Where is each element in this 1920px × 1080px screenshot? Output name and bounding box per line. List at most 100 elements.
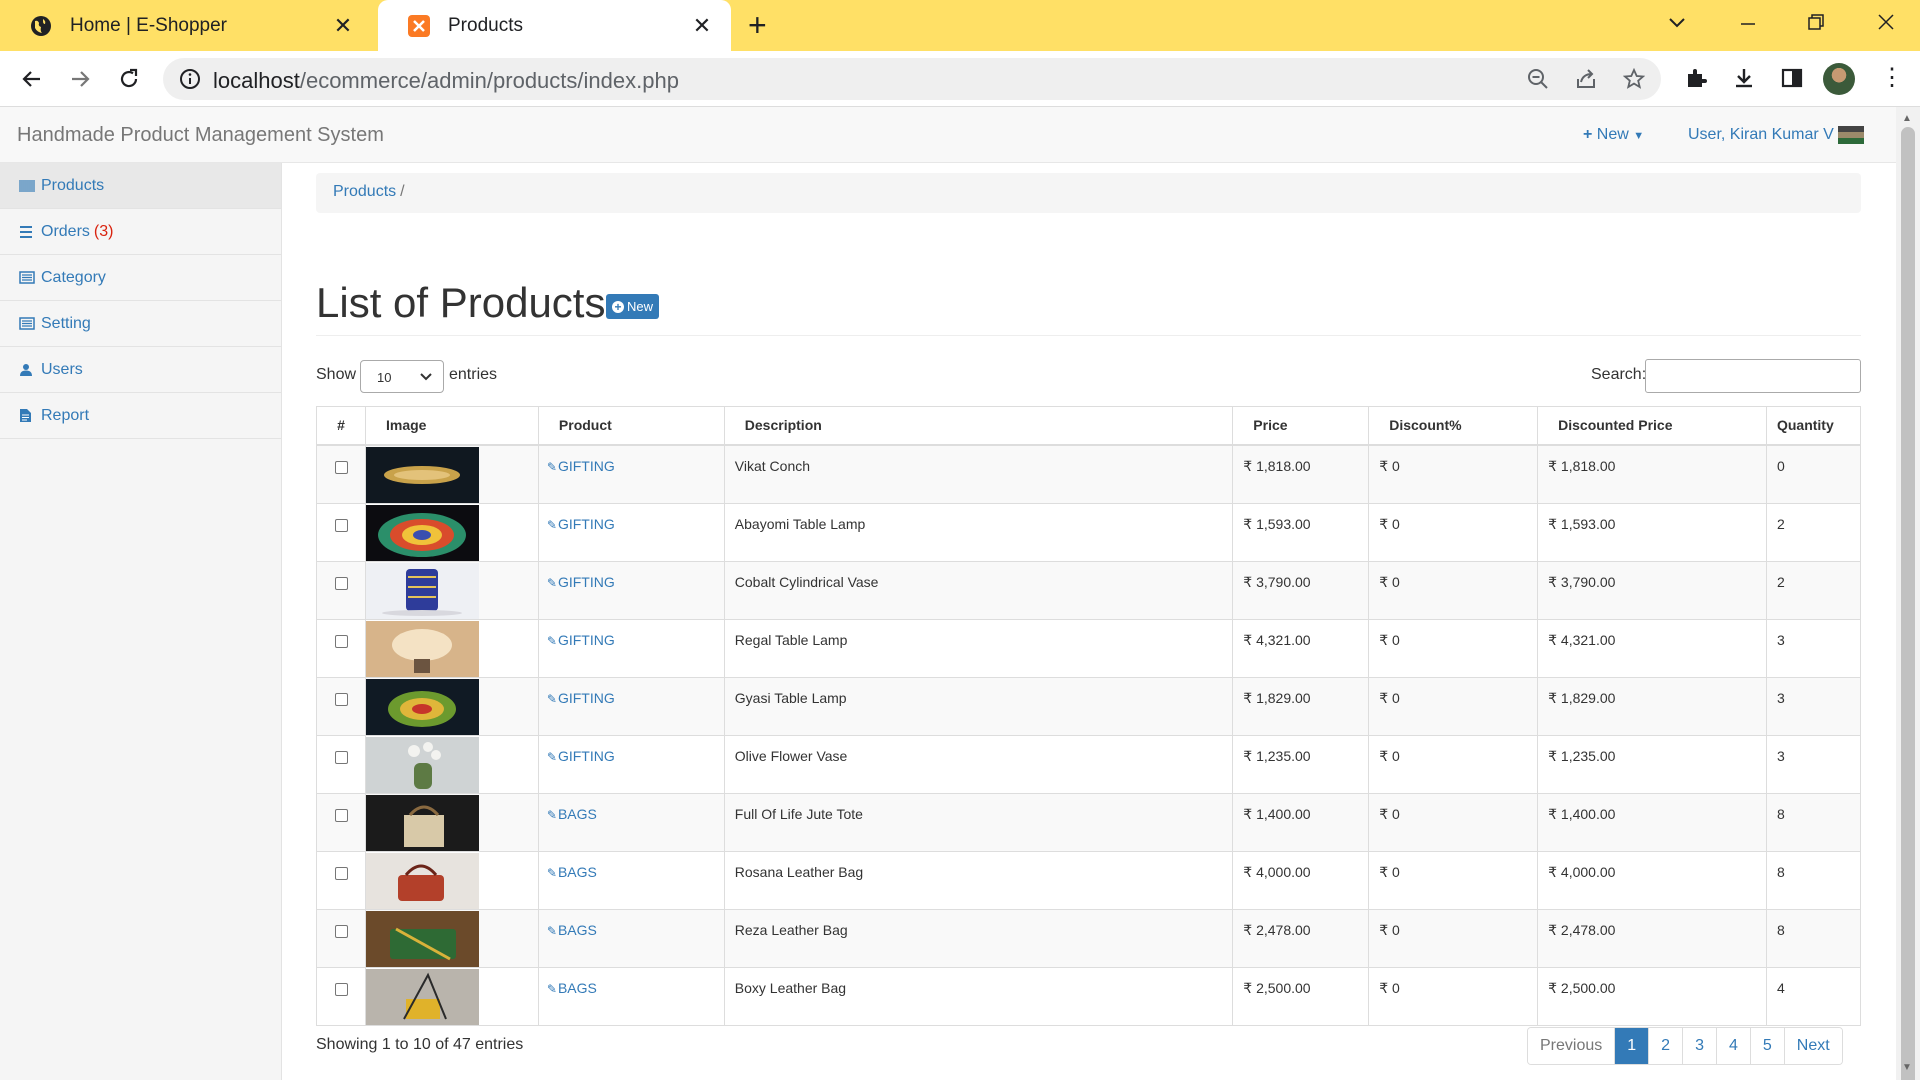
column-header[interactable]: Discount% bbox=[1368, 406, 1539, 446]
product-edit-link[interactable]: ✎GIFTING bbox=[547, 632, 615, 648]
row-checkbox[interactable] bbox=[335, 518, 348, 532]
pagination-page-3[interactable]: 3 bbox=[1682, 1028, 1716, 1064]
discount-cell: ₹ 0 bbox=[1368, 850, 1539, 910]
new-tab-icon[interactable]: + bbox=[748, 9, 767, 41]
product-image[interactable] bbox=[365, 446, 479, 503]
side-panel-icon[interactable] bbox=[1780, 66, 1804, 90]
product-image[interactable] bbox=[365, 620, 479, 677]
scrollbar-thumb[interactable] bbox=[1901, 127, 1915, 1080]
extensions-icon[interactable] bbox=[1684, 66, 1708, 90]
search-input[interactable] bbox=[1645, 359, 1861, 393]
reload-icon[interactable] bbox=[112, 62, 146, 96]
pagination-previous[interactable]: Previous bbox=[1528, 1028, 1615, 1064]
product-image[interactable] bbox=[365, 968, 479, 1025]
forward-icon[interactable] bbox=[63, 62, 97, 96]
description-cell: Abayomi Table Lamp bbox=[723, 502, 1234, 562]
discount-cell: ₹ 0 bbox=[1368, 502, 1539, 562]
row-checkbox[interactable] bbox=[335, 924, 348, 938]
info-icon[interactable] bbox=[179, 68, 201, 90]
list-alt-icon bbox=[19, 317, 37, 330]
page-size-select[interactable]: 10 bbox=[360, 360, 444, 393]
row-checkbox[interactable] bbox=[335, 808, 348, 822]
profile-avatar[interactable] bbox=[1823, 63, 1855, 95]
browser-tab-home[interactable]: Home | E-Shopper ✕ bbox=[0, 0, 372, 51]
new-product-button[interactable]: + New bbox=[606, 294, 660, 319]
product-image[interactable] bbox=[365, 736, 479, 793]
bookmark-star-icon[interactable] bbox=[1623, 68, 1645, 90]
browser-tab-products[interactable]: Products ✕ bbox=[378, 0, 731, 51]
column-header[interactable]: Product bbox=[537, 406, 725, 446]
image-cell bbox=[364, 676, 539, 736]
product-edit-link[interactable]: ✎GIFTING bbox=[547, 690, 615, 706]
product-edit-link[interactable]: ✎GIFTING bbox=[547, 748, 615, 764]
image-cell bbox=[364, 618, 539, 678]
address-bar[interactable]: localhost/ecommerce/admin/products/index… bbox=[163, 58, 1661, 100]
product-edit-link[interactable]: ✎GIFTING bbox=[547, 458, 615, 474]
column-header[interactable]: Description bbox=[723, 406, 1234, 446]
browser-menu-icon[interactable]: ⋮ bbox=[1880, 63, 1904, 92]
price-cell: ₹ 1,593.00 bbox=[1232, 502, 1370, 562]
sidebar-item-setting[interactable]: Setting bbox=[0, 301, 281, 347]
product-cell: ✎BAGS bbox=[537, 966, 725, 1026]
sidebar-item-label: Orders bbox=[41, 222, 90, 240]
row-checkbox[interactable] bbox=[335, 576, 348, 590]
product-edit-link[interactable]: ✎GIFTING bbox=[547, 574, 615, 590]
sidebar-item-category[interactable]: Category bbox=[0, 255, 281, 301]
column-header[interactable]: Price bbox=[1232, 406, 1370, 446]
product-image[interactable] bbox=[365, 562, 479, 619]
brand-title[interactable]: Handmade Product Management System bbox=[17, 124, 384, 147]
product-edit-link[interactable]: ✎BAGS bbox=[547, 806, 597, 822]
pagination-page-2[interactable]: 2 bbox=[1648, 1028, 1683, 1064]
scroll-down-icon[interactable]: ▼ bbox=[1902, 1062, 1912, 1073]
pencil-icon: ✎ bbox=[546, 923, 557, 938]
row-checkbox[interactable] bbox=[335, 750, 348, 764]
close-tab-icon[interactable]: ✕ bbox=[689, 13, 715, 39]
nav-user-menu[interactable]: User, Kiran Kumar V bbox=[1688, 126, 1864, 144]
breadcrumb-products-link[interactable]: Products bbox=[333, 183, 396, 200]
row-checkbox[interactable] bbox=[335, 982, 348, 996]
table-header-row: # Image Product Description Price Discou… bbox=[316, 406, 1862, 446]
column-header[interactable]: Image bbox=[364, 406, 539, 446]
sidebar-item-report[interactable]: Report bbox=[0, 393, 281, 439]
sidebar-item-products[interactable]: Products bbox=[0, 163, 281, 209]
sidebar-item-users[interactable]: Users bbox=[0, 347, 281, 393]
page-scrollbar[interactable]: ▲ ▼ bbox=[1896, 107, 1920, 1080]
pagination-page-1[interactable]: 1 bbox=[1614, 1028, 1649, 1064]
tab-title: Products bbox=[448, 14, 523, 36]
back-icon[interactable] bbox=[15, 62, 49, 96]
tab-search-icon[interactable] bbox=[1667, 13, 1687, 33]
product-edit-link[interactable]: ✎GIFTING bbox=[547, 516, 615, 532]
row-checkbox[interactable] bbox=[335, 634, 348, 648]
pagination-next[interactable]: Next bbox=[1783, 1028, 1842, 1064]
table-row: ✎BAGS Reza Leather Bag ₹ 2,478.00 ₹ 0 ₹ 2,47… bbox=[316, 908, 1862, 968]
product-image[interactable] bbox=[365, 794, 479, 851]
close-tab-icon[interactable]: ✕ bbox=[330, 13, 356, 39]
restore-icon[interactable] bbox=[1806, 12, 1826, 32]
nav-new-dropdown[interactable]: + New ▼ bbox=[1583, 126, 1644, 144]
row-checkbox[interactable] bbox=[335, 460, 348, 474]
row-checkbox[interactable] bbox=[335, 866, 348, 880]
column-header[interactable]: Quantity bbox=[1765, 406, 1862, 446]
product-edit-link[interactable]: ✎BAGS bbox=[547, 922, 597, 938]
minimize-icon[interactable] bbox=[1738, 14, 1758, 34]
product-image[interactable] bbox=[365, 678, 479, 735]
zoom-icon[interactable] bbox=[1527, 68, 1549, 90]
scroll-up-icon[interactable]: ▲ bbox=[1902, 113, 1912, 124]
products-table: # Image Product Description Price Discou… bbox=[316, 406, 1862, 1026]
product-edit-link[interactable]: ✎BAGS bbox=[547, 980, 597, 996]
pagination-page-5[interactable]: 5 bbox=[1749, 1028, 1784, 1064]
product-edit-link[interactable]: ✎BAGS bbox=[547, 864, 597, 880]
description-cell: Gyasi Table Lamp bbox=[723, 676, 1234, 736]
sidebar-item-orders[interactable]: Orders (3) bbox=[0, 209, 281, 255]
product-image[interactable] bbox=[365, 504, 479, 561]
column-header[interactable]: # bbox=[316, 406, 366, 446]
download-icon[interactable] bbox=[1732, 66, 1756, 90]
select-cell bbox=[316, 676, 366, 736]
pagination-page-4[interactable]: 4 bbox=[1715, 1028, 1750, 1064]
share-icon[interactable] bbox=[1575, 68, 1597, 90]
product-image[interactable] bbox=[365, 910, 479, 967]
row-checkbox[interactable] bbox=[335, 692, 348, 706]
close-window-icon[interactable] bbox=[1876, 12, 1896, 32]
product-image[interactable] bbox=[365, 852, 479, 909]
column-header[interactable]: Discounted Price bbox=[1537, 406, 1767, 446]
